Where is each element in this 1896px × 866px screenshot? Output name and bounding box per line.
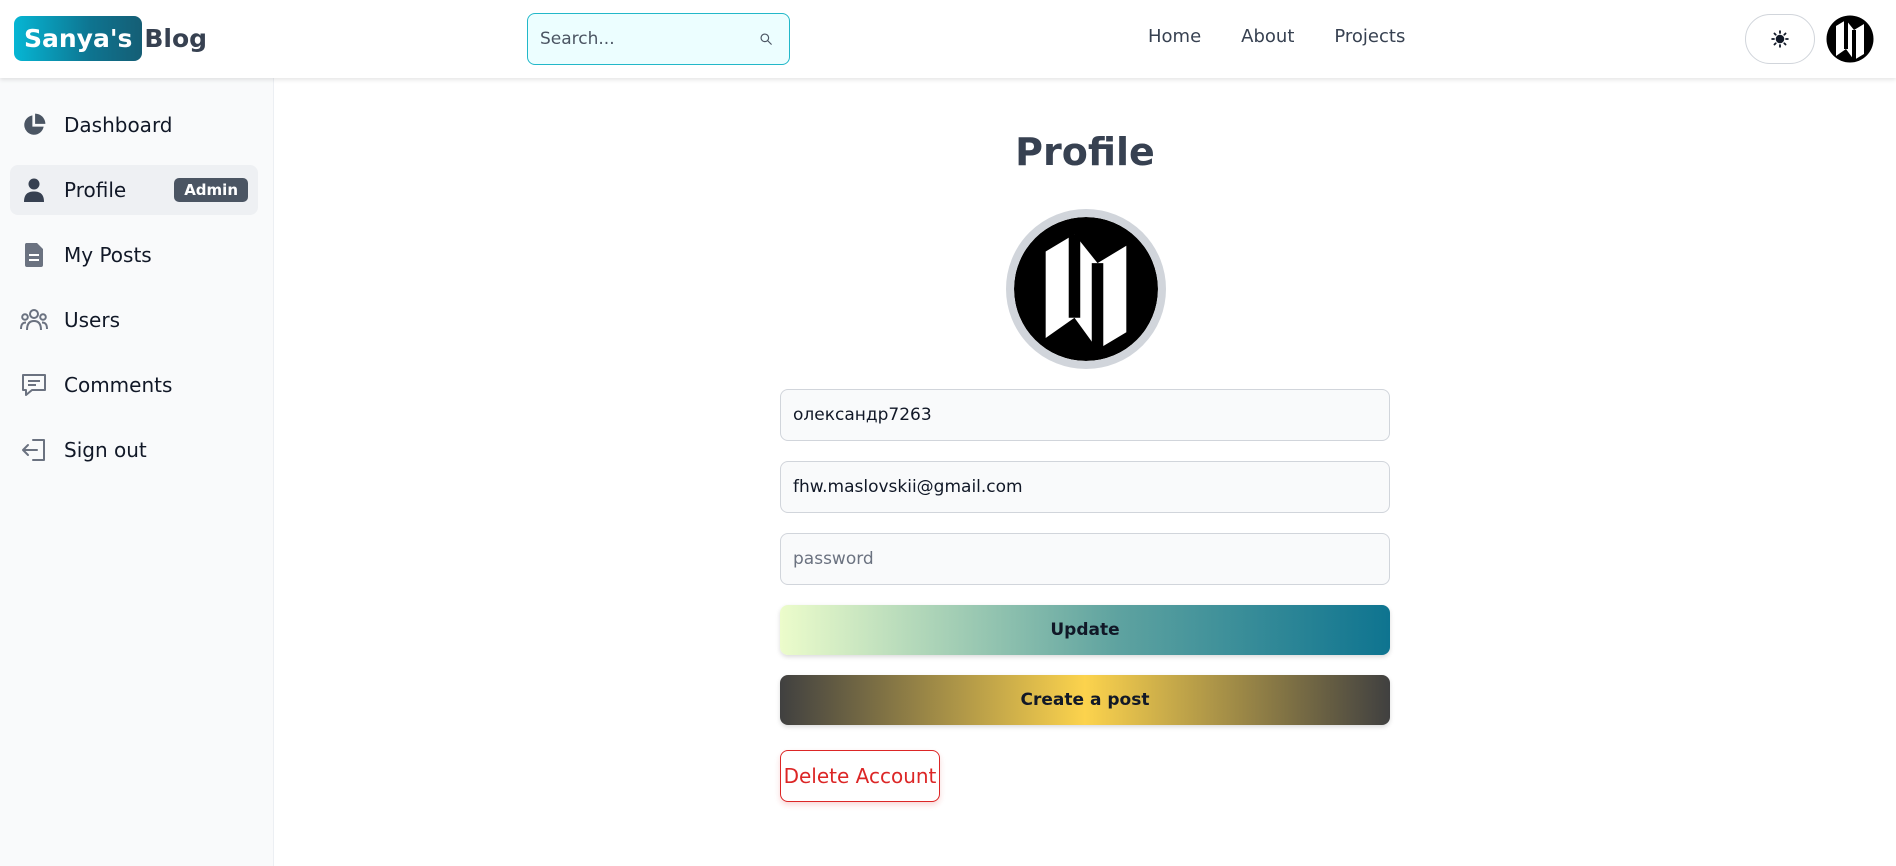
logo-text: Blog xyxy=(144,24,208,53)
profile-avatar[interactable] xyxy=(1006,209,1166,369)
user-avatar-button[interactable] xyxy=(1823,13,1877,65)
sidebar-item-label: Dashboard xyxy=(64,113,173,137)
logo-pill: Sanya's xyxy=(14,16,143,61)
main-content: Profile Update Create a post Delete Acco… xyxy=(274,78,1896,866)
create-post-button[interactable]: Create a post xyxy=(780,675,1390,725)
sidebar-item-comments[interactable]: Comments xyxy=(10,360,258,410)
document-icon xyxy=(20,241,48,269)
sidebar-item-my-posts[interactable]: My Posts xyxy=(10,230,258,280)
sidebar-item-sign-out[interactable]: Sign out xyxy=(10,425,258,475)
pie-chart-icon xyxy=(20,111,48,139)
map-logo-icon xyxy=(1826,15,1874,63)
user-icon xyxy=(20,176,48,204)
username-field[interactable] xyxy=(780,389,1390,441)
sidebar-item-label: Profile xyxy=(64,178,127,202)
sidebar: Dashboard Profile Admin My Posts Users C… xyxy=(0,78,274,866)
sidebar-item-label: Users xyxy=(64,308,121,332)
delete-account-button[interactable]: Delete Account xyxy=(780,750,940,802)
sidebar-item-label: Sign out xyxy=(64,438,147,462)
sidebar-item-profile[interactable]: Profile Admin xyxy=(10,165,258,215)
top-header: Sanya's Blog Home About Projects xyxy=(0,0,1896,78)
nav-projects-link[interactable]: Projects xyxy=(1334,26,1405,52)
admin-badge: Admin xyxy=(174,178,248,202)
nav-home-link[interactable]: Home xyxy=(1148,26,1201,52)
site-logo[interactable]: Sanya's Blog xyxy=(14,16,207,61)
password-field[interactable] xyxy=(780,533,1390,585)
update-button[interactable]: Update xyxy=(780,605,1390,655)
search-box xyxy=(527,13,790,65)
theme-toggle-button[interactable] xyxy=(1745,14,1815,64)
email-field[interactable] xyxy=(780,461,1390,513)
sidebar-item-dashboard[interactable]: Dashboard xyxy=(10,100,258,150)
nav-about-link[interactable]: About xyxy=(1241,26,1294,52)
main-nav: Home About Projects xyxy=(1148,26,1405,52)
users-icon xyxy=(20,306,48,334)
sidebar-item-label: Comments xyxy=(64,373,173,397)
comment-icon xyxy=(20,371,48,399)
sidebar-item-users[interactable]: Users xyxy=(10,295,258,345)
sidebar-item-label: My Posts xyxy=(64,243,152,267)
map-logo-icon xyxy=(1014,217,1158,361)
sun-icon xyxy=(1771,30,1789,48)
search-input[interactable] xyxy=(528,14,759,64)
search-icon[interactable] xyxy=(759,27,773,51)
page-title: Profile xyxy=(1015,130,1155,174)
sign-out-icon xyxy=(20,436,48,464)
